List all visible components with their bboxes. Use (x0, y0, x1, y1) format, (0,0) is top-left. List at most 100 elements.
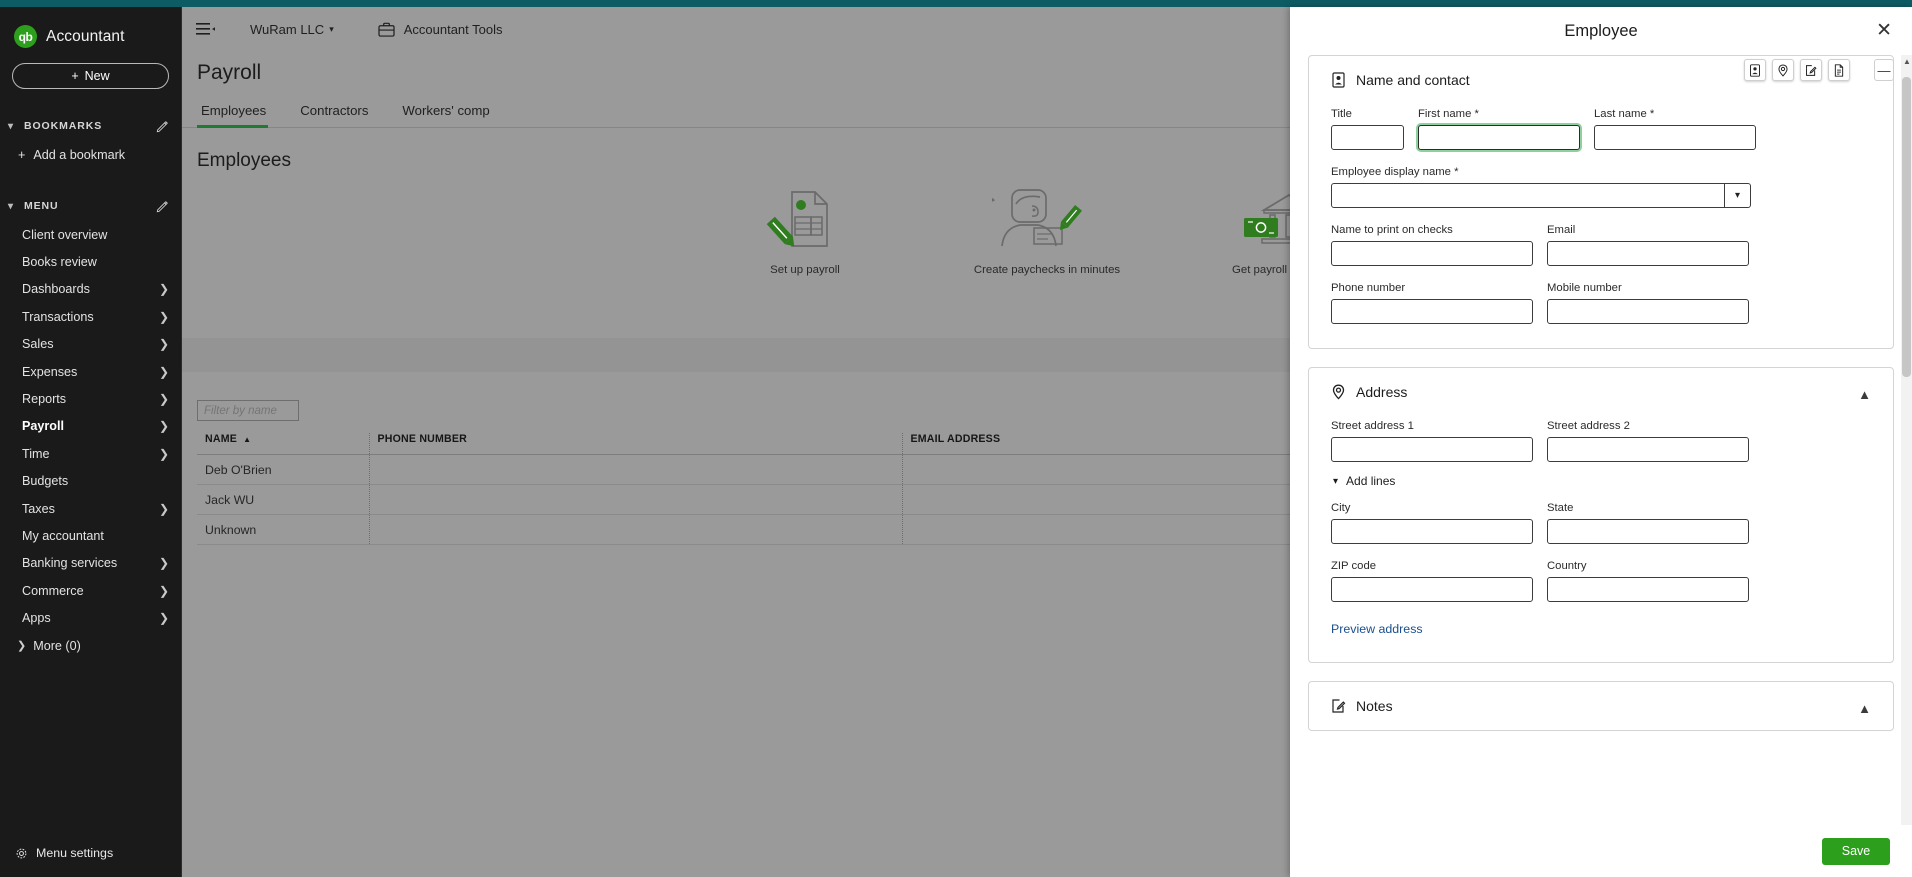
phone-number-input[interactable] (1331, 299, 1533, 324)
sidebar-item-label: Dashboards (22, 282, 90, 297)
sidebar-item-books-review[interactable]: Books review (0, 248, 181, 275)
document-icon[interactable] (1828, 59, 1850, 81)
brand-logo[interactable]: qb Accountant (0, 7, 181, 48)
title-label: Title (1331, 108, 1352, 120)
sidebar-item-sales[interactable]: Sales ❯ (0, 331, 181, 358)
sidebar-item-client-overview[interactable]: Client overview (0, 221, 181, 248)
title-input[interactable] (1331, 125, 1404, 150)
column-label: NAME (205, 433, 237, 445)
filter-by-name-input[interactable] (197, 400, 299, 421)
sidebar-item-label: Reports (22, 392, 67, 407)
sidebar-item-time[interactable]: Time ❯ (0, 440, 181, 467)
column-header-name[interactable]: NAME ▲ (197, 433, 369, 455)
minimize-panel-button[interactable]: — (1874, 59, 1894, 81)
chevron-down-icon: ▾ (8, 200, 14, 212)
tab-employees[interactable]: Employees (197, 103, 282, 128)
scroll-up-icon[interactable]: ▲ (1903, 57, 1911, 66)
illustration-caption: Create paychecks in minutes (973, 264, 1121, 276)
tab-workers-comp[interactable]: Workers' comp (398, 103, 505, 127)
collapse-notes-icon[interactable]: ▲ (1858, 702, 1871, 715)
city-input[interactable] (1331, 519, 1533, 544)
state-label: State (1547, 502, 1574, 514)
scrollbar-thumb[interactable] (1902, 77, 1911, 377)
employee-panel: Employee ✕ — Name and contact Title Firs… (1290, 7, 1912, 877)
collapse-address-icon[interactable]: ▲ (1858, 388, 1871, 401)
email-input[interactable] (1547, 241, 1749, 266)
preview-address-link[interactable]: Preview address (1331, 622, 1423, 636)
email-label: Email (1547, 224, 1576, 236)
chevron-right-icon: ❯ (158, 501, 169, 516)
sidebar-item-label: Expenses (22, 364, 78, 379)
tab-contractors[interactable]: Contractors (296, 103, 384, 127)
menu-group-header[interactable]: ▾ MENU (0, 191, 181, 221)
close-icon[interactable]: ✕ (1876, 21, 1892, 40)
menu-group-label: MENU (24, 200, 59, 212)
street-address-1-input[interactable] (1331, 437, 1533, 462)
cell-name: Unknown (197, 514, 369, 545)
panel-body: Name and contact Title First name * Last… (1290, 55, 1912, 825)
sidebar-item-apps[interactable]: Apps ❯ (0, 604, 181, 631)
menu-settings-label: Menu settings (36, 846, 114, 860)
sidebar-item-transactions[interactable]: Transactions ❯ (0, 303, 181, 330)
mobile-number-input[interactable] (1547, 299, 1749, 324)
add-bookmark-button[interactable]: + Add a bookmark (0, 141, 181, 169)
company-selector[interactable]: WuRam LLC ▾ (250, 22, 334, 37)
display-name-label: Employee display name * (1331, 166, 1459, 178)
sidebar-item-commerce[interactable]: Commerce ❯ (0, 577, 181, 604)
column-header-phone[interactable]: PHONE NUMBER (368, 433, 902, 455)
sidebar-item-payroll[interactable]: Payroll ❯ (0, 413, 181, 440)
sidebar-item-dashboards[interactable]: Dashboards ❯ (0, 276, 181, 303)
sidebar-item-taxes[interactable]: Taxes ❯ (0, 495, 181, 522)
add-lines-button[interactable]: ▾ Add lines (1333, 474, 1871, 488)
contact-card-icon[interactable] (1744, 59, 1766, 81)
state-input[interactable] (1547, 519, 1749, 544)
document-pencil-icon (766, 191, 828, 247)
chevron-right-icon: ❯ (158, 337, 169, 352)
first-name-label: First name * (1418, 108, 1479, 120)
panel-title: Employee (1564, 21, 1638, 40)
cell-phone (368, 454, 902, 485)
sidebar-item-label: Sales (22, 337, 54, 352)
zip-code-input[interactable] (1331, 577, 1533, 602)
app-root: qb Accountant + New ▾ BOOKMARKS + Add a … (0, 0, 1912, 877)
address-header: Address (1331, 384, 1871, 400)
sidebar-item-my-accountant[interactable]: My accountant (0, 522, 181, 549)
sidebar-item-label: Taxes (22, 501, 55, 516)
location-pin-icon[interactable] (1772, 59, 1794, 81)
last-name-input[interactable] (1594, 125, 1756, 150)
edit-pencil-icon[interactable] (156, 200, 169, 213)
chevron-down-icon: ▾ (329, 23, 334, 34)
person-check-icon (949, 189, 1083, 247)
new-button[interactable]: + New (12, 63, 169, 89)
country-input[interactable] (1547, 577, 1749, 602)
bookmarks-group-header[interactable]: ▾ BOOKMARKS (0, 111, 181, 141)
first-name-field-group: First name * (1418, 108, 1580, 150)
edit-pencil-icon[interactable] (156, 120, 169, 133)
zip-country-row: ZIP code Country (1331, 560, 1871, 602)
location-pin-icon (1332, 384, 1345, 400)
sidebar-item-label: Commerce (22, 583, 84, 598)
menu-settings-button[interactable]: Menu settings (0, 839, 182, 867)
first-name-input[interactable] (1418, 125, 1580, 150)
edit-note-icon[interactable] (1800, 59, 1822, 81)
country-field-group: Country (1547, 560, 1749, 602)
accountant-tools-button[interactable]: Accountant Tools (378, 22, 503, 37)
sidebar-item-label: Banking services (22, 556, 118, 571)
sidebar-item-more[interactable]: ❯ More (0) (0, 632, 181, 659)
sidebar-item-reports[interactable]: Reports ❯ (0, 385, 181, 412)
chevron-down-icon: ▾ (8, 120, 14, 132)
chevron-right-icon: ❯ (158, 419, 169, 434)
sidebar-item-budgets[interactable]: Budgets (0, 468, 181, 495)
edit-note-icon (1332, 699, 1346, 713)
address-card: Address ▲ Street address 1 Street addres… (1308, 367, 1894, 663)
panel-scrollbar[interactable]: ▲ ▼ (1901, 55, 1912, 877)
illustration-setup-payroll: Set up payroll (715, 184, 895, 277)
save-button[interactable]: Save (1822, 837, 1890, 865)
collapse-menu-icon[interactable] (196, 22, 216, 36)
sidebar-item-expenses[interactable]: Expenses ❯ (0, 358, 181, 385)
street-address-2-input[interactable] (1547, 437, 1749, 462)
card-title: Notes (1356, 698, 1393, 714)
name-to-print-on-checks-input[interactable] (1331, 241, 1533, 266)
sidebar-item-banking-services[interactable]: Banking services ❯ (0, 550, 181, 577)
employee-display-name-select[interactable]: ▾ (1331, 183, 1751, 208)
